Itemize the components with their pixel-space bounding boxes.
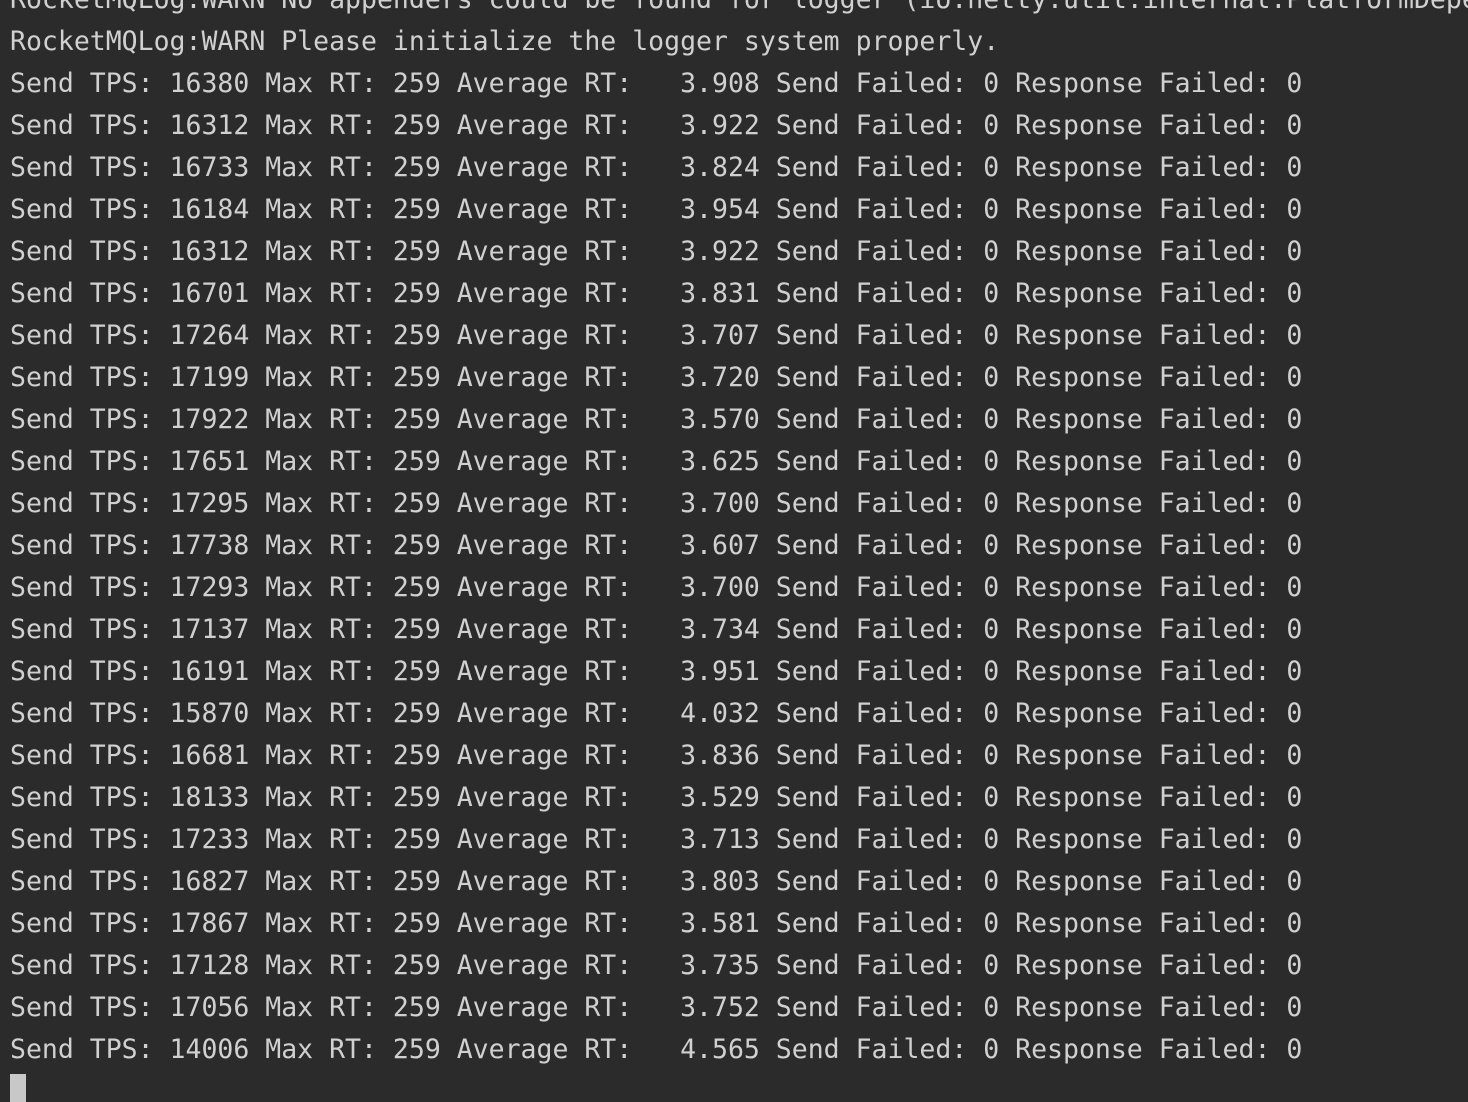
text-cursor: [10, 1074, 26, 1102]
log-line: Send TPS: 16733 Max RT: 259 Average RT: …: [10, 152, 1303, 183]
log-line: Send TPS: 16827 Max RT: 259 Average RT: …: [10, 866, 1303, 897]
log-line: Send TPS: 17295 Max RT: 259 Average RT: …: [10, 488, 1303, 519]
log-line: Send TPS: 17293 Max RT: 259 Average RT: …: [10, 572, 1303, 603]
log-warning-line: RocketMQLog:WARN No appenders could be f…: [10, 0, 1468, 21]
log-line: Send TPS: 16191 Max RT: 259 Average RT: …: [10, 656, 1303, 687]
log-line: Send TPS: 17128 Max RT: 259 Average RT: …: [10, 950, 1303, 981]
log-line: Send TPS: 17199 Max RT: 259 Average RT: …: [10, 362, 1303, 393]
terminal-output: RocketMQLog:WARN No appenders could be f…: [10, 0, 1468, 1071]
terminal-window[interactable]: RocketMQLog:WARN No appenders could be f…: [0, 0, 1468, 1102]
log-line: Send TPS: 17233 Max RT: 259 Average RT: …: [10, 824, 1303, 855]
log-line: Send TPS: 17056 Max RT: 259 Average RT: …: [10, 992, 1303, 1023]
log-line: Send TPS: 17651 Max RT: 259 Average RT: …: [10, 446, 1303, 477]
log-warning-line: RocketMQLog:WARN Please initialize the l…: [10, 26, 1000, 57]
log-line: Send TPS: 17264 Max RT: 259 Average RT: …: [10, 320, 1303, 351]
log-line: Send TPS: 17137 Max RT: 259 Average RT: …: [10, 614, 1303, 645]
log-line: Send TPS: 16681 Max RT: 259 Average RT: …: [10, 740, 1303, 771]
log-line: Send TPS: 18133 Max RT: 259 Average RT: …: [10, 782, 1303, 813]
log-line: Send TPS: 16184 Max RT: 259 Average RT: …: [10, 194, 1303, 225]
log-line: Send TPS: 14006 Max RT: 259 Average RT: …: [10, 1034, 1303, 1065]
log-line: Send TPS: 16312 Max RT: 259 Average RT: …: [10, 236, 1303, 267]
log-line: Send TPS: 16312 Max RT: 259 Average RT: …: [10, 110, 1303, 141]
log-line: Send TPS: 15870 Max RT: 259 Average RT: …: [10, 698, 1303, 729]
log-line: Send TPS: 16701 Max RT: 259 Average RT: …: [10, 278, 1303, 309]
log-line: Send TPS: 16380 Max RT: 259 Average RT: …: [10, 68, 1303, 99]
log-line: Send TPS: 17867 Max RT: 259 Average RT: …: [10, 908, 1303, 939]
log-line: Send TPS: 17738 Max RT: 259 Average RT: …: [10, 530, 1303, 561]
log-line: Send TPS: 17922 Max RT: 259 Average RT: …: [10, 404, 1303, 435]
